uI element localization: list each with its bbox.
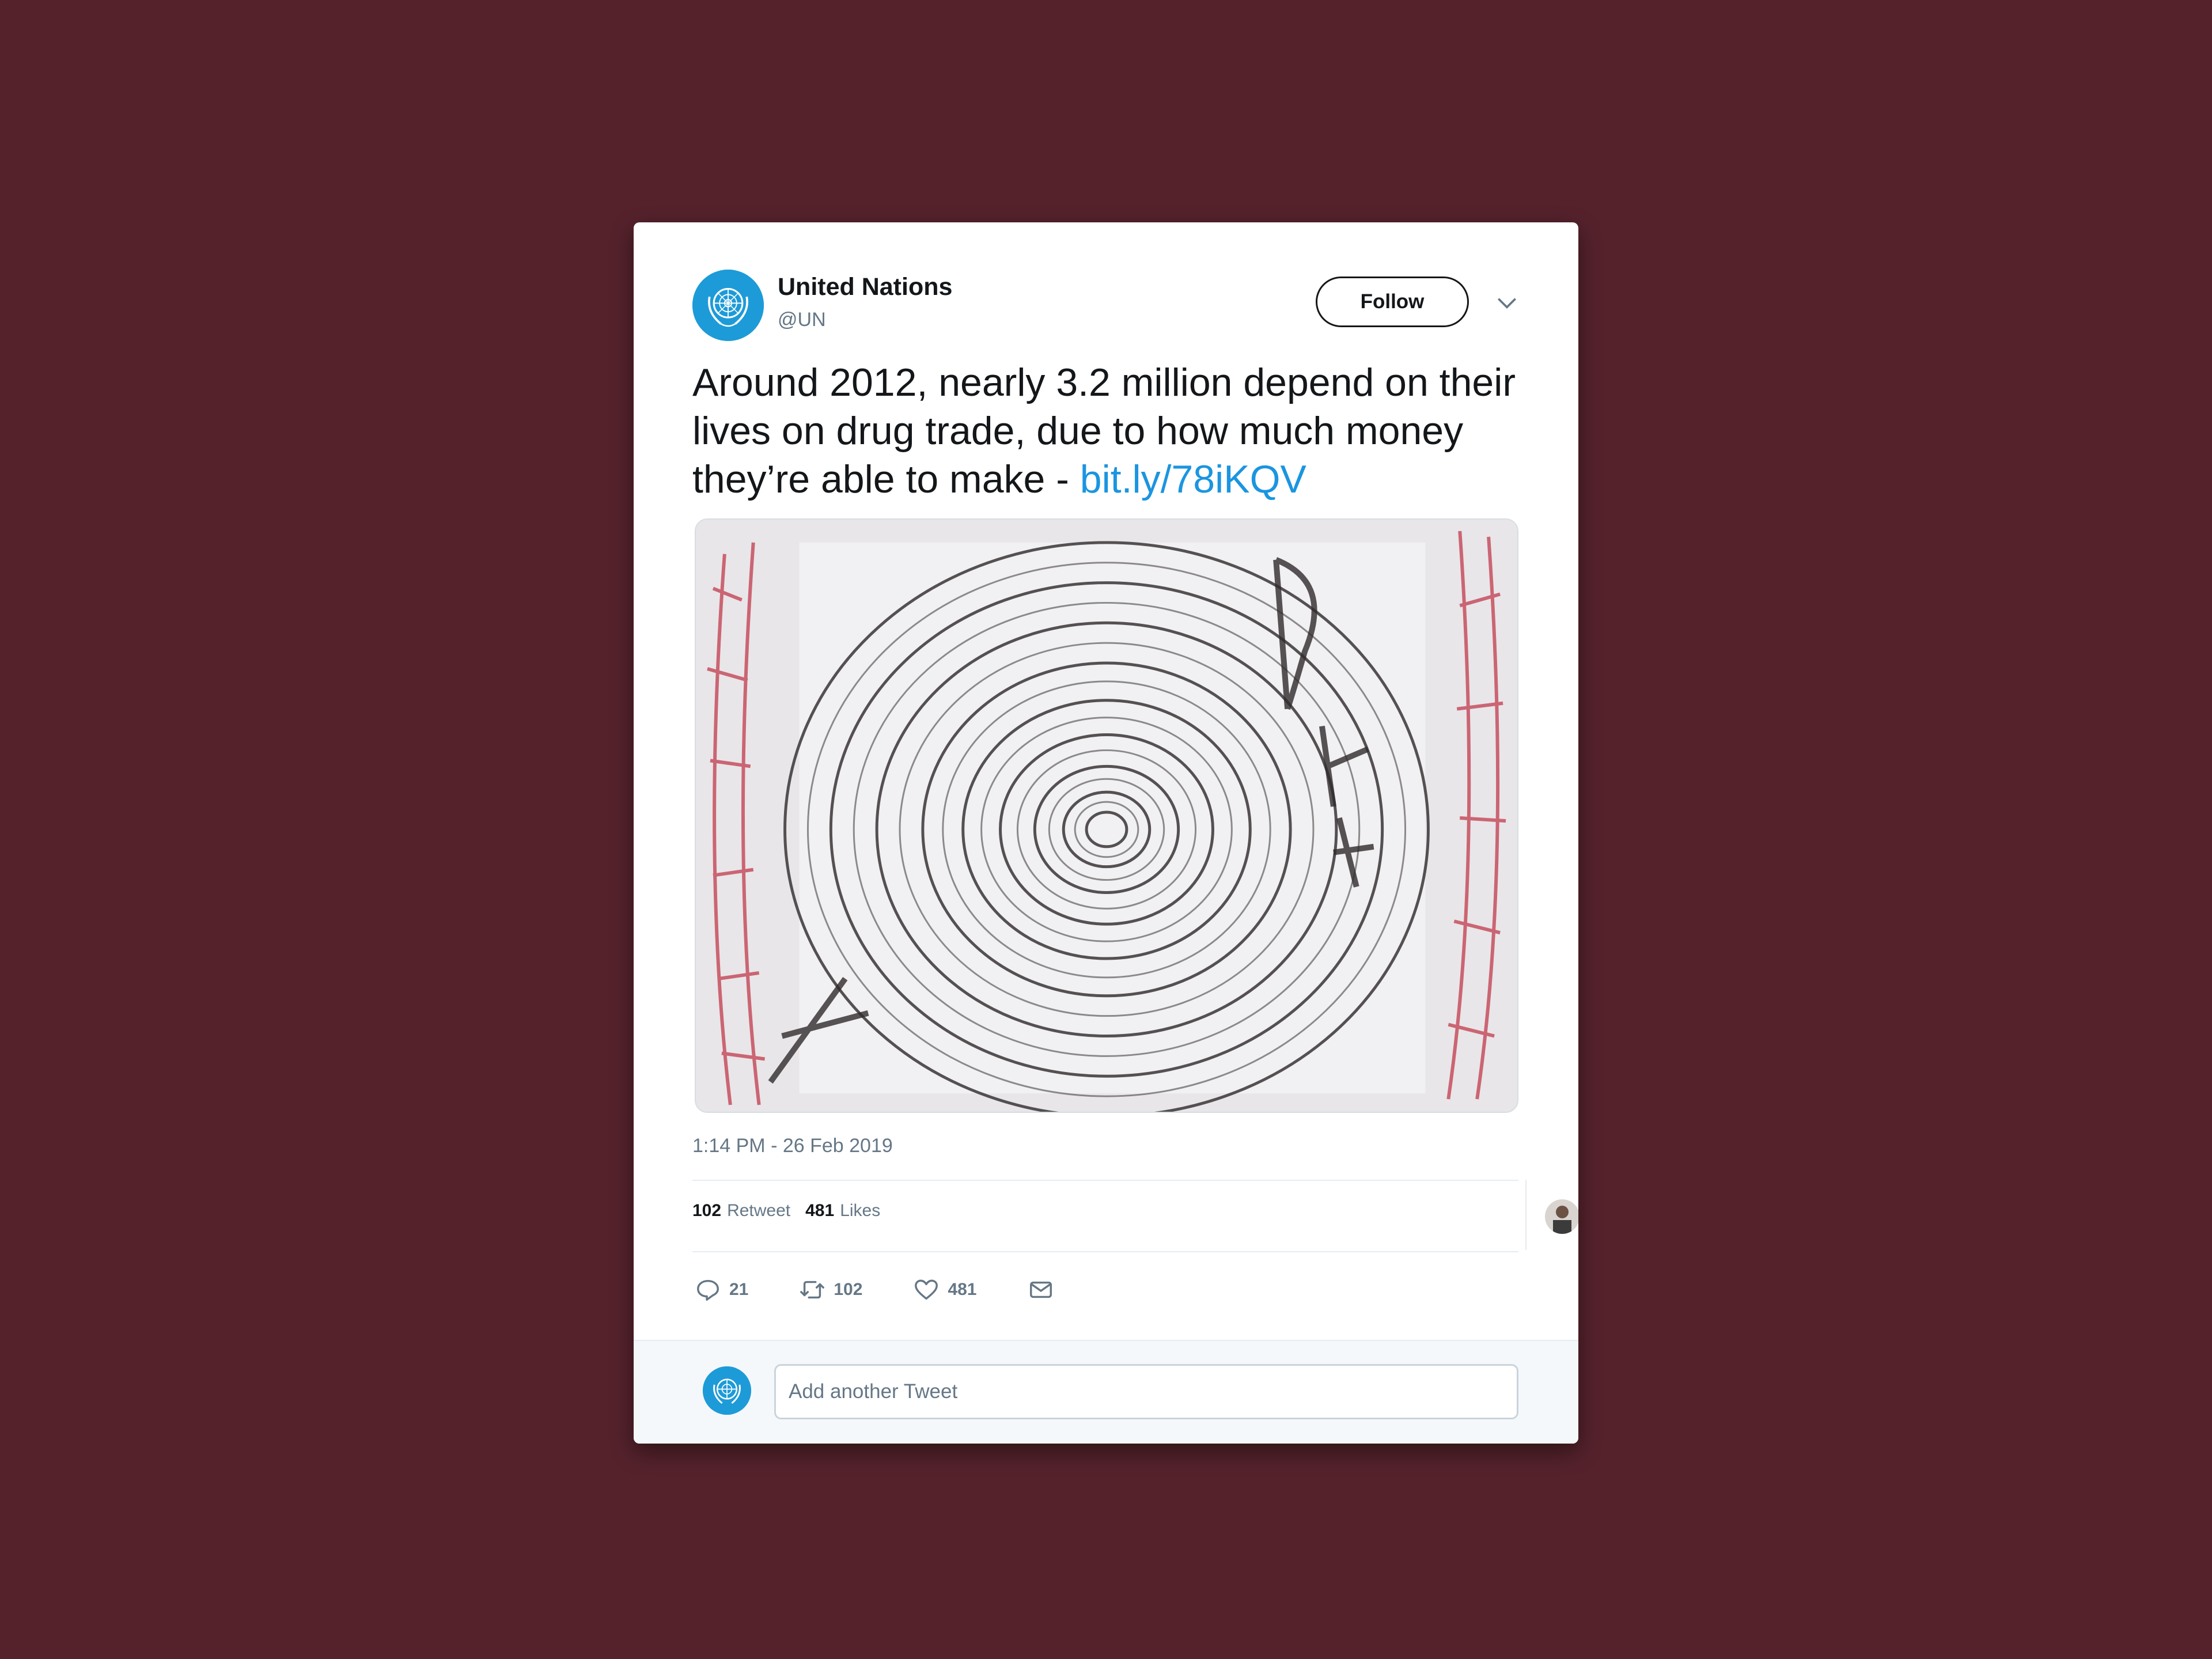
reply-count: 21: [729, 1280, 749, 1299]
envelope-icon: [1029, 1281, 1052, 1298]
liker-avatars: [1545, 1199, 1578, 1234]
tweet-text: Around 2012, nearly 3.2 million depend o…: [692, 358, 1551, 503]
chevron-down-icon[interactable]: [1494, 290, 1520, 316]
tweet-link[interactable]: bit.ly/78iKQV: [1080, 457, 1306, 501]
likes-stat[interactable]: 481 Likes: [805, 1201, 880, 1221]
tweet-image[interactable]: [695, 518, 1518, 1113]
un-emblem-icon[interactable]: [692, 270, 764, 341]
retweets-count: 102: [692, 1201, 722, 1220]
tweet-actions: 21 102 481: [695, 1270, 1062, 1310]
retweets-label: Retweet: [727, 1201, 791, 1220]
divider: [692, 1180, 1518, 1181]
retweet-count: 102: [834, 1280, 863, 1299]
direct-message-button[interactable]: [1028, 1277, 1062, 1303]
tweet-card: United Nations @UN Follow Around 2012, n…: [634, 222, 1578, 1444]
reply-composer: [634, 1340, 1578, 1444]
retweet-button[interactable]: 102: [799, 1277, 862, 1303]
stats-separator: [1525, 1180, 1527, 1250]
follow-button[interactable]: Follow: [1316, 276, 1469, 327]
heart-icon: [915, 1279, 938, 1300]
reply-button[interactable]: 21: [695, 1277, 748, 1303]
retweets-stat[interactable]: 102 Retweet: [692, 1201, 790, 1221]
reply-icon: [697, 1279, 719, 1301]
retweet-icon: [800, 1281, 825, 1299]
like-count: 481: [948, 1280, 977, 1299]
divider: [692, 1251, 1518, 1252]
like-button[interactable]: 481: [913, 1277, 977, 1303]
account-name[interactable]: United Nations: [778, 273, 952, 301]
tweet-stats: 102 Retweet 481 Likes: [692, 1182, 895, 1240]
account-handle[interactable]: @UN: [778, 309, 826, 331]
liker-avatar[interactable]: [1545, 1199, 1578, 1234]
tweet-timestamp[interactable]: 1:14 PM - 26 Feb 2019: [692, 1135, 893, 1157]
drug-trade-spiral-artwork: [696, 520, 1517, 1112]
likes-label: Likes: [840, 1201, 881, 1220]
likes-count: 481: [805, 1201, 835, 1220]
un-emblem-icon[interactable]: [703, 1366, 751, 1415]
reply-input[interactable]: [774, 1364, 1518, 1419]
